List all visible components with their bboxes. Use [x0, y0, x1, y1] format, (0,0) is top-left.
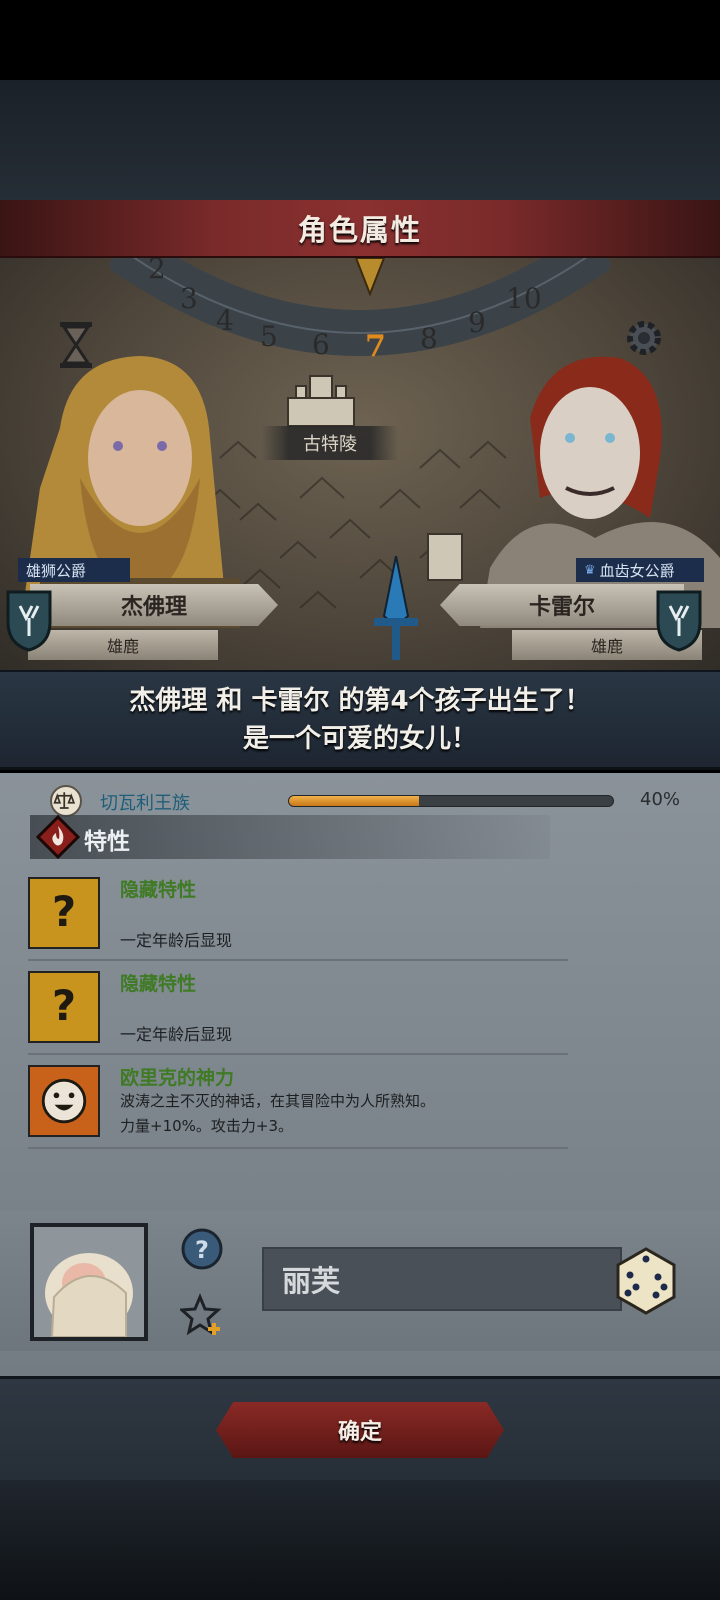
announcement-line-2: 是一个可爱的女儿！ — [242, 723, 477, 754]
svg-text:?: ? — [52, 887, 76, 936]
father-name-plate: 杰佛理 — [30, 584, 278, 626]
confirm-button[interactable]: 确定 — [216, 1402, 504, 1458]
page-title: 角色属性 — [297, 213, 422, 247]
dial-number: 2 — [148, 258, 166, 285]
trait-desc: 一定年龄后显现 — [120, 931, 233, 950]
traits-header: 特性 — [30, 815, 550, 859]
smiley-face-icon — [28, 1065, 100, 1137]
backdrop-bottom — [0, 1480, 720, 1600]
map-scene: 2 3 4 5 6 7 8 9 10 古特陵 雄狮公爵 ♛ 血齿女公爵 杰佛理 … — [0, 258, 720, 680]
dynasty-row: 切瓦利王族 40% — [50, 785, 690, 817]
trait-item[interactable]: ? 隐藏特性 一定年龄后显现 — [28, 967, 568, 1055]
child-naming-bar: ? 丽芙 — [0, 1211, 720, 1351]
backdrop-top — [0, 80, 720, 200]
dial-number: 8 — [420, 322, 438, 355]
mother-name-plate: 卡雷尔 — [440, 584, 684, 626]
mother-title: 血齿女公爵 — [599, 561, 675, 580]
trait-desc: 一定年龄后显现 — [120, 1025, 233, 1044]
father-house: 雄鹿 — [106, 637, 139, 656]
mother-title-tag: ♛ 血齿女公爵 — [576, 558, 704, 582]
father-title: 雄狮公爵 — [26, 561, 87, 580]
dynasty-progress-fill — [289, 796, 419, 806]
father-title-tag: 雄狮公爵 — [18, 558, 130, 582]
trait-item[interactable]: ? 隐藏特性 一定年龄后显现 — [28, 873, 568, 961]
traits-label: 特性 — [84, 829, 130, 855]
child-name-field[interactable]: 丽芙 — [262, 1247, 622, 1311]
scales-icon — [50, 785, 82, 817]
svg-text:?: ? — [52, 981, 76, 1030]
question-mark-icon: ? — [28, 877, 100, 949]
help-icon[interactable]: ? — [180, 1227, 224, 1271]
father-name: 杰佛理 — [120, 595, 187, 620]
city-label: 古特陵 — [262, 426, 398, 460]
flame-icon — [36, 815, 80, 859]
crown-icon: ♛ — [584, 562, 596, 578]
confirm-label: 确定 — [337, 1420, 382, 1445]
child-info-panel: 切瓦利王族 40% 特性 ? 隐藏特性 一定年龄后显现 ? 隐藏特性 一定年龄后… — [0, 773, 720, 1376]
dial-number: 5 — [260, 320, 278, 353]
announcement-line-1: 杰佛理 和 卡雷尔 的第4个孩子出生了！ — [129, 685, 591, 716]
trait-effect-line: 力量+10%。攻击力+3。 — [120, 1117, 294, 1135]
trait-name: 欧里克的神力 — [120, 1067, 235, 1089]
trait-item[interactable]: 欧里克的神力 波涛之主不灭的神话，在其冒险中为人所熟知。 力量+10%。攻击力+… — [28, 1061, 568, 1149]
star-add-icon[interactable] — [180, 1293, 224, 1337]
child-name: 丽芙 — [282, 1264, 341, 1298]
father-house-plate: 雄鹿 — [28, 630, 218, 660]
trait-desc-line: 波涛之主不灭的神话，在其冒险中为人所熟知。 — [120, 1092, 436, 1110]
dial-number: 10 — [506, 282, 542, 315]
title-bar: 角色属性 — [0, 200, 720, 258]
dial-number: 9 — [468, 306, 486, 339]
dynasty-percent: 40% — [640, 789, 681, 810]
dynasty-progress-bar — [288, 795, 614, 807]
stag-shield-icon — [656, 590, 702, 652]
mother-name: 卡雷尔 — [528, 595, 595, 620]
dial-current-turn: 7 — [365, 329, 386, 364]
trait-name: 隐藏特性 — [120, 973, 197, 995]
baby-avatar — [30, 1223, 148, 1341]
svg-text:?: ? — [195, 1236, 209, 1264]
dial-number: 4 — [216, 304, 234, 337]
dice-icon[interactable] — [608, 1241, 684, 1317]
sword-icon — [374, 556, 418, 660]
trait-desc: 波涛之主不灭的神话，在其冒险中为人所熟知。 力量+10%。攻击力+3。 — [120, 1089, 570, 1139]
dial-number: 6 — [312, 328, 330, 361]
trait-name: 隐藏特性 — [120, 879, 197, 901]
birth-announcement: 杰佛理 和 卡雷尔 的第4个孩子出生了！ 是一个可爱的女儿！ — [0, 670, 720, 770]
status-bar-area — [0, 0, 720, 80]
mother-house: 雄鹿 — [590, 637, 623, 656]
stag-shield-icon — [6, 590, 52, 652]
city-name: 古特陵 — [303, 434, 357, 455]
dynasty-name: 切瓦利王族 — [100, 793, 190, 814]
question-mark-icon: ? — [28, 971, 100, 1043]
dial-number: 3 — [180, 282, 198, 315]
